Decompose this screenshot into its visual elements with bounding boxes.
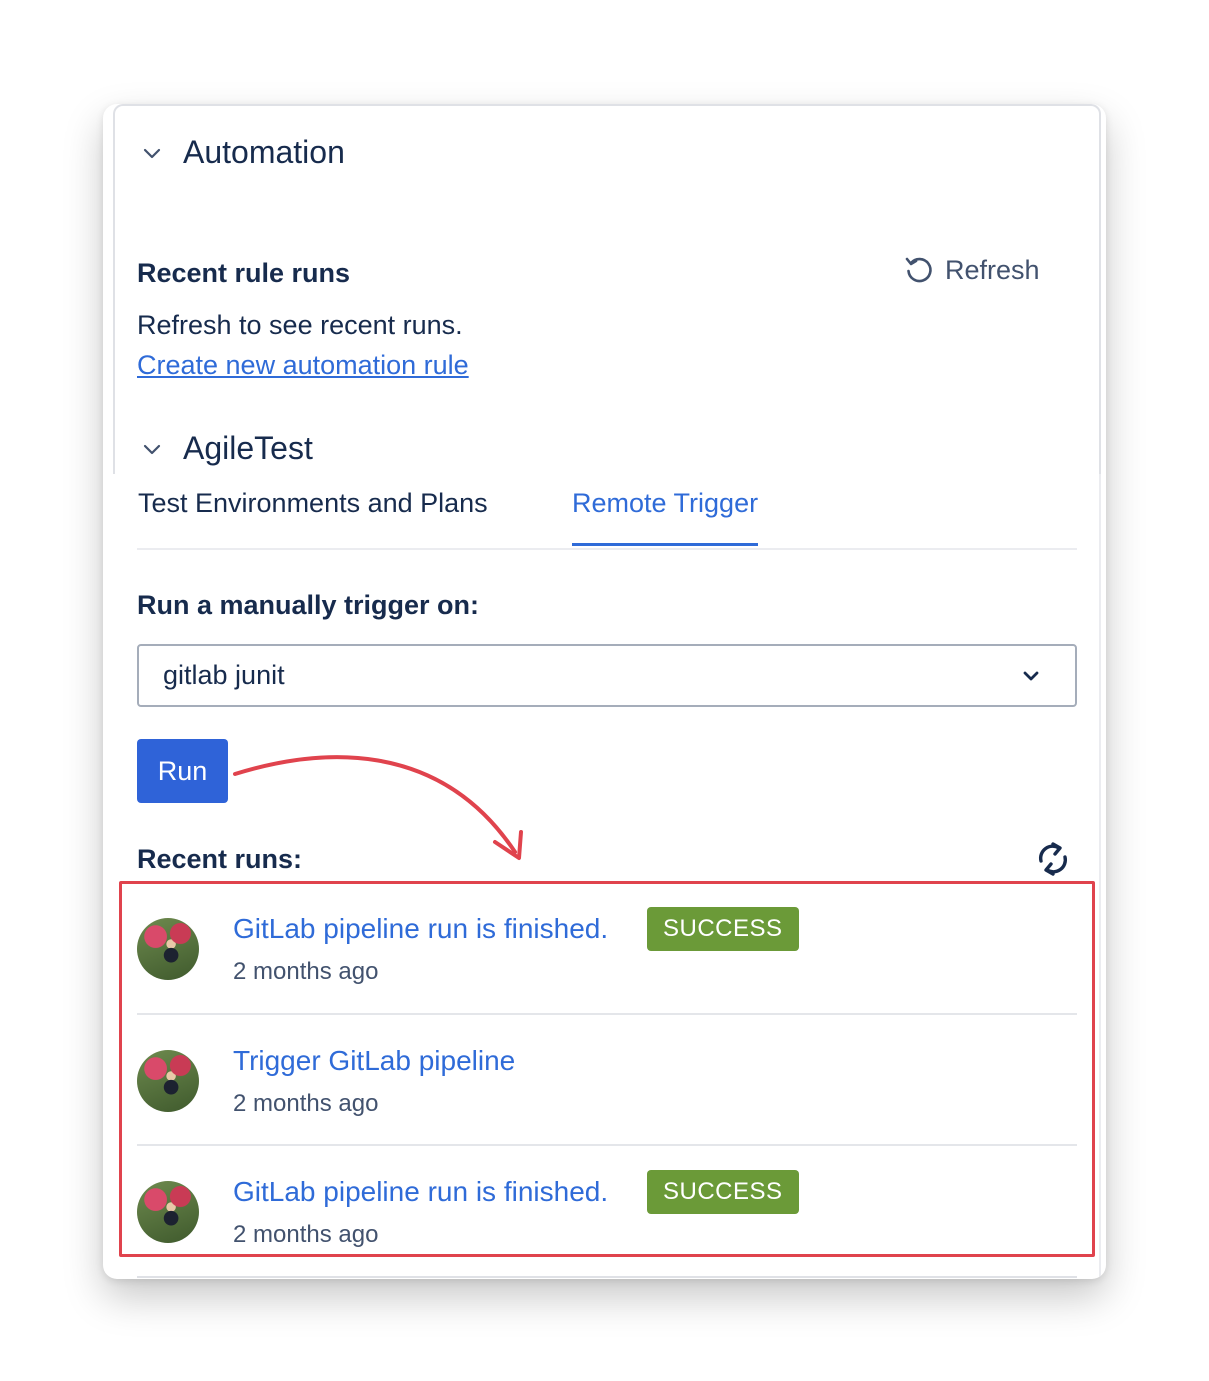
agiletest-title: AgileTest bbox=[183, 430, 313, 466]
trigger-label: Run a manually trigger on: bbox=[137, 590, 480, 620]
avatar bbox=[137, 1181, 199, 1243]
run-title-link[interactable]: GitLab pipeline run is finished. bbox=[233, 1176, 608, 1208]
automation-panel-window: Automation Recent rule runs Refresh Refr… bbox=[103, 104, 1106, 1279]
chevron-down-icon bbox=[143, 148, 161, 158]
run-timestamp: 2 months ago bbox=[233, 958, 379, 985]
list-divider bbox=[137, 1013, 1077, 1015]
tab-remote-trigger[interactable]: Remote Trigger bbox=[572, 488, 759, 546]
list-item: GitLab pipeline run is finished. SUCCESS… bbox=[137, 907, 1077, 1000]
avatar bbox=[137, 918, 199, 980]
agiletest-section-header[interactable]: AgileTest bbox=[141, 430, 313, 467]
list-divider bbox=[137, 1144, 1077, 1146]
empty-runs-text: Refresh to see recent runs. bbox=[137, 310, 463, 340]
run-title-link[interactable]: Trigger GitLab pipeline bbox=[233, 1045, 515, 1077]
list-item: Trigger GitLab pipeline 2 months ago bbox=[137, 1042, 1077, 1132]
recent-rule-runs-heading: Recent rule runs bbox=[137, 258, 351, 288]
run-timestamp: 2 months ago bbox=[233, 1090, 379, 1117]
avatar bbox=[137, 1050, 199, 1112]
trigger-select[interactable]: gitlab junit bbox=[137, 644, 1077, 707]
list-item: GitLab pipeline run is finished. SUCCESS… bbox=[137, 1170, 1077, 1263]
agiletest-tabs: Test Environments and Plans Remote Trigg… bbox=[137, 474, 1077, 550]
sync-icon[interactable] bbox=[1033, 839, 1073, 879]
refresh-icon bbox=[905, 257, 932, 283]
run-button[interactable]: Run bbox=[137, 739, 228, 803]
tab-test-environments-and-plans[interactable]: Test Environments and Plans bbox=[138, 488, 488, 543]
create-automation-rule-link[interactable]: Create new automation rule bbox=[137, 350, 469, 381]
refresh-button[interactable]: Refresh bbox=[903, 254, 1040, 286]
recent-runs-heading: Recent runs: bbox=[137, 844, 303, 874]
status-badge: SUCCESS bbox=[647, 1170, 799, 1214]
refresh-label: Refresh bbox=[945, 254, 1040, 285]
chevron-down-icon bbox=[1023, 671, 1039, 681]
automation-section-header[interactable]: Automation bbox=[141, 134, 345, 171]
automation-title: Automation bbox=[183, 134, 345, 170]
panel-border-right bbox=[1099, 474, 1101, 1279]
status-badge: SUCCESS bbox=[647, 907, 799, 951]
run-title-link[interactable]: GitLab pipeline run is finished. bbox=[233, 913, 608, 945]
bottom-divider bbox=[137, 1276, 1077, 1278]
run-timestamp: 2 months ago bbox=[233, 1221, 379, 1248]
trigger-select-value: gitlab junit bbox=[163, 660, 285, 690]
chevron-down-icon bbox=[143, 444, 161, 454]
